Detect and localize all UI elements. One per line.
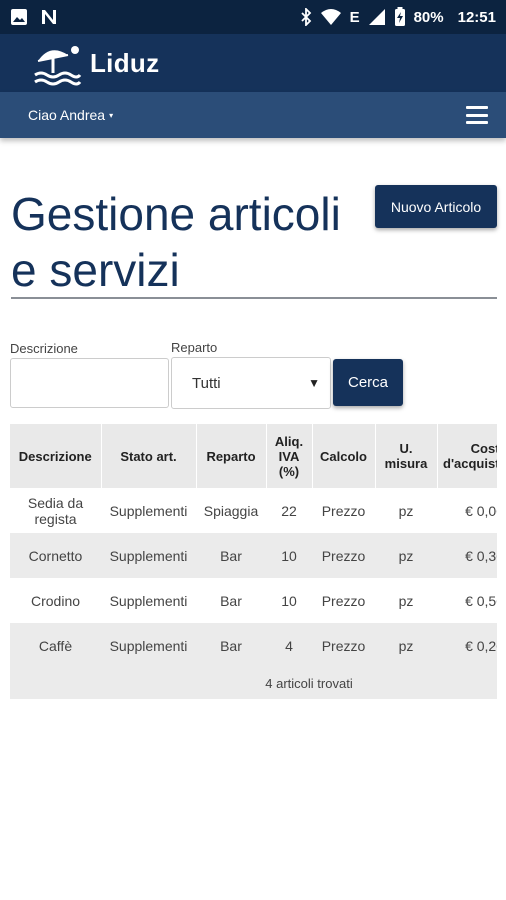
column-header-calcolo[interactable]: Calcolo	[312, 424, 376, 488]
results-count: 4 articoli trovati	[10, 668, 497, 699]
cell-stato: Supplementi	[109, 592, 188, 609]
bluetooth-icon	[300, 7, 312, 27]
cell-iva: 22	[281, 502, 297, 519]
battery-percent: 80%	[413, 8, 444, 26]
cell-stato: Supplementi	[101, 533, 196, 578]
title-divider	[11, 297, 497, 299]
cell-descrizione: Crodino	[30, 592, 81, 609]
dropdown-arrow-icon: ▼	[308, 376, 320, 390]
cell-calcolo: Prezzo	[321, 502, 366, 519]
cell-stato: Supplementi	[109, 502, 188, 519]
page-title: Gestione articoli e servizi	[11, 188, 341, 296]
user-menu-toggle[interactable]: Ciao Andrea ▾	[28, 107, 113, 123]
user-bar: Ciao Andrea ▾	[0, 92, 506, 138]
column-header-descrizione[interactable]: Descrizione	[10, 424, 102, 488]
column-header-reparto[interactable]: Reparto	[196, 424, 267, 488]
search-button[interactable]: Cerca	[333, 359, 403, 406]
cell-costo: € 0,00	[465, 502, 497, 519]
status-bar: E 80% 12:51	[0, 0, 506, 34]
cell-descrizione: Sedia da regista	[27, 494, 84, 527]
department-selected-value: Tutti	[192, 374, 221, 392]
wifi-icon	[320, 7, 342, 27]
cell-misura: pz	[375, 533, 437, 578]
column-header-costo[interactable]: Costo d'acquisto	[437, 424, 497, 488]
cell-reparto: Spiaggia	[203, 502, 259, 519]
cell-descrizione: Cornetto	[10, 533, 101, 578]
table-row[interactable]: Cornetto Supplementi Bar 10 Prezzo pz € …	[10, 533, 497, 578]
app-name: Liduz	[90, 47, 160, 78]
caret-down-icon: ▾	[109, 110, 114, 120]
cell-costo: € 0,20	[437, 623, 497, 668]
network-type-label: E	[349, 8, 360, 26]
department-label: Reparto	[171, 340, 218, 355]
cell-costo: € 0,30	[437, 533, 497, 578]
cell-reparto: Bar	[196, 533, 266, 578]
column-header-iva[interactable]: Aliq. IVA (%)	[266, 424, 313, 488]
signal-icon	[368, 7, 386, 27]
cell-descrizione: Caffè	[10, 623, 101, 668]
battery-icon	[394, 7, 406, 27]
articles-table: Descrizione Stato art. Reparto Aliq. IVA…	[10, 424, 497, 699]
status-bar-left	[10, 7, 58, 27]
cell-calcolo: Prezzo	[312, 533, 375, 578]
cell-reparto: Bar	[196, 623, 266, 668]
cell-costo: € 0,50	[465, 592, 497, 609]
cell-calcolo: Prezzo	[312, 623, 375, 668]
cell-misura: pz	[375, 623, 437, 668]
cell-iva: 10	[266, 533, 312, 578]
cell-stato: Supplementi	[101, 623, 196, 668]
beach-umbrella-logo[interactable]	[32, 39, 82, 87]
image-icon	[10, 7, 28, 27]
table-row[interactable]: Sedia da regista Supplementi Spiaggia 22…	[10, 488, 497, 533]
description-label: Descrizione	[10, 341, 78, 356]
n-icon	[40, 7, 58, 27]
articles-table-container[interactable]: Descrizione Stato art. Reparto Aliq. IVA…	[10, 424, 497, 699]
table-header-row: Descrizione Stato art. Reparto Aliq. IVA…	[10, 424, 497, 488]
department-select[interactable]: Tutti ▼	[171, 357, 331, 409]
cell-calcolo: Prezzo	[321, 592, 366, 609]
table-row[interactable]: Crodino Supplementi Bar 10 Prezzo pz € 0…	[10, 578, 497, 623]
column-header-misura[interactable]: U. misura	[375, 424, 438, 488]
column-header-stato[interactable]: Stato art.	[101, 424, 197, 488]
user-greeting: Ciao Andrea	[28, 107, 106, 123]
table-footer-row: 4 articoli trovati	[10, 668, 497, 699]
table-row[interactable]: Caffè Supplementi Bar 4 Prezzo pz € 0,20	[10, 623, 497, 668]
cell-iva: 4	[266, 623, 312, 668]
app-bar: Liduz	[0, 34, 506, 92]
status-bar-right: E 80% 12:51	[300, 7, 496, 27]
cell-misura: pz	[398, 502, 414, 519]
new-article-button[interactable]: Nuovo Articolo	[375, 185, 497, 228]
cell-reparto: Bar	[220, 592, 242, 609]
cell-misura: pz	[398, 592, 414, 609]
cell-iva: 10	[281, 592, 297, 609]
description-input[interactable]	[10, 358, 169, 408]
clock: 12:51	[457, 8, 496, 26]
hamburger-menu-icon[interactable]	[466, 106, 488, 124]
